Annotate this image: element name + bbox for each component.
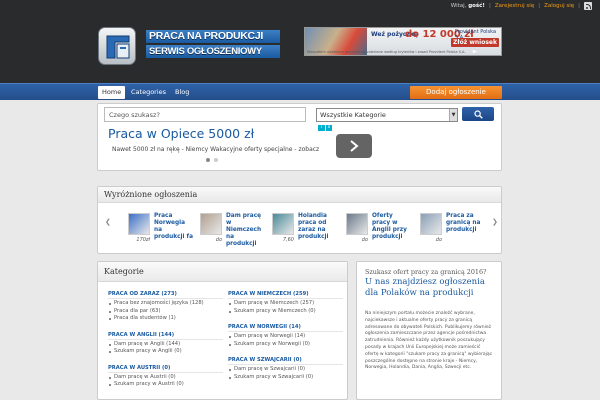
category-head[interactable]: PRACA W ANGLII (144) [108,331,223,340]
featured-item[interactable]: 7,60 Holandia praca od zaraz na produkcj… [272,213,340,247]
category-head[interactable]: PRACA OD ZARAZ (273) [108,290,223,299]
featured-price: do [435,237,442,243]
search-button[interactable] [462,107,494,121]
chevron-down-icon: ▼ [449,109,457,121]
search-input[interactable] [104,107,306,122]
info-question: Szukasz ofert pracy za granicą 2016? [365,268,487,276]
logo-icon[interactable] [98,27,136,65]
featured-item-title[interactable]: Dam pracę w Niemczech na produkcji [226,213,266,248]
featured-thumbnail[interactable] [128,213,150,235]
category-head[interactable]: PRACA W AUSTRII (0) [108,364,223,373]
site-header: Witaj, gość! | Zarejestruj się | Zaloguj… [0,0,600,83]
user-topbar: Witaj, gość! | Zarejestruj się | Zaloguj… [451,1,592,11]
featured-item[interactable]: do Dam pracę w Niemczech na produkcji [200,213,268,247]
topbar-separator: | [538,3,541,9]
category-group: PRACA W SZWAJCARII (0) Dam pracę w Szwaj… [228,356,343,381]
featured-price: do [215,237,222,243]
featured-thumbnail[interactable] [200,213,222,235]
featured-thumbnail[interactable] [272,213,294,235]
ad-carousel-dot-active[interactable] [206,158,210,162]
info-panel: Szukasz ofert pracy za granicą 2016? U n… [356,261,502,400]
featured-item-title[interactable]: Oferty pracy w Anglii przy produkcji [372,213,412,241]
category-sub[interactable]: Dam pracę w Niemczech (257) [228,300,343,308]
nav-home[interactable]: Home [98,86,126,99]
loan-banner-ad[interactable]: Weź pożyczkę do 12 000 zł Provident Pols… [304,27,502,56]
ad-next-button[interactable] [336,134,372,158]
featured-item-title[interactable]: Praca za granicą na produkcji [446,213,486,234]
register-link[interactable]: Zarejestruj się [495,3,534,9]
ad-carousel-dot[interactable] [214,158,218,162]
ad-close-icon[interactable]: x [326,125,332,131]
chevron-right-icon [350,140,359,152]
add-listing-button[interactable]: Dodaj ogłoszenie [410,86,502,99]
category-head[interactable]: PRACA W SZWAJCARII (0) [228,356,343,365]
category-sub[interactable]: Szukam pracy w Niemczech (0) [228,308,343,316]
featured-item-title[interactable]: Praca Norwegia na produkcji fa [154,213,194,241]
slider-prev-icon[interactable]: ❮ [105,218,111,226]
featured-item[interactable]: do Praca za granicą na produkcji [420,213,488,247]
greeting-text: Witaj, gość! [450,3,485,9]
info-heading: U nas znajdziesz ogłoszenia dla Polaków … [365,277,485,298]
category-sub[interactable]: Szukam pracy w Anglii (0) [108,348,223,356]
featured-price: 7,60 [282,237,294,243]
site-logo[interactable]: PRACA NA PRODUKCJI SERWIS OGŁOSZENIOWY [146,30,280,62]
logo-title: PRACA NA PRODUKCJI [146,30,280,43]
category-sub[interactable]: Szukam pracy w Szwajcarii (0) [228,374,343,382]
category-head[interactable]: PRACA W NORWEGII (14) [228,323,343,332]
category-group: PRACA OD ZARAZ (273) Praca bez znajomośc… [108,290,223,323]
category-group: PRACA W ANGLII (144) Dam pracę w Anglii … [108,331,223,356]
ad-subtitle[interactable]: Nawet 5000 zł na rękę - Niemcy Wakacyjne… [112,146,319,153]
ad-title[interactable]: Praca w Opiece 5000 zł [108,126,254,141]
login-link[interactable]: Zaloguj się [544,3,574,9]
category-sub[interactable]: Praca dla studentów (1) [108,315,223,323]
featured-title: Wyróżnione ogłoszenia [98,187,501,203]
nav-blog[interactable]: Blog [171,86,193,99]
category-sub[interactable]: Szukam pracy w Austrii (0) [108,381,223,389]
featured-item[interactable]: do Oferty pracy w Anglii przy produkcji [346,213,414,247]
banner-footnote: Wszystkim udzielone pożyczki są udzielan… [307,50,466,54]
category-group: PRACA W AUSTRII (0) Dam pracę w Austrii … [108,364,223,389]
category-sub[interactable]: Praca dla par (63) [108,308,223,316]
main-nav: Home Categories Blog Dodaj ogłoszenie [0,83,600,100]
topbar-separator: | [578,3,580,9]
category-sub[interactable]: Dam pracę w Norwegii (14) [228,333,343,341]
category-sub[interactable]: Szukam pracy w Norwegii (0) [228,341,343,349]
featured-thumbnail[interactable] [346,213,368,235]
search-icon [474,110,483,119]
rss-icon[interactable] [584,2,592,10]
category-select-value: Wszystkie Kategorie [320,111,386,119]
topbar-separator: | [488,3,491,9]
categories-title: Kategorie [98,262,347,282]
slider-next-icon[interactable]: ❯ [492,218,498,226]
category-sub[interactable]: Dam pracę w Szwajcarii (0) [228,366,343,374]
category-sub[interactable]: Dam pracę w Anglii (144) [108,341,223,349]
info-paragraph: Na niniejszym portalu możecie znaleźć wy… [365,311,493,371]
category-group: PRACA W NIEMCZECH (259) Dam pracę w Niem… [228,290,343,315]
category-select[interactable]: Wszystkie Kategorie ▼ [316,108,458,122]
featured-price: 170zł [136,237,150,243]
category-sub[interactable]: Dam pracę w Austrii (0) [108,374,223,382]
featured-item[interactable]: 170zł Praca Norwegia na produkcji fa [128,213,196,247]
banner-cta-button[interactable]: Złóż wniosek ► [451,38,499,55]
categories-column-right: PRACA W NIEMCZECH (259) Dam pracę w Niem… [228,290,343,389]
featured-price: do [361,237,368,243]
logo-subtitle: SERWIS OGŁOSZENIOWY [146,45,280,58]
nav-categories[interactable]: Categories [127,86,170,99]
categories-column-left: PRACA OD ZARAZ (273) Praca bez znajomośc… [108,290,223,397]
featured-thumbnail[interactable] [420,213,442,235]
category-sub[interactable]: Praca bez znajomości języka (128) [108,300,223,308]
category-group: PRACA W NORWEGII (14) Dam pracę w Norweg… [228,323,343,348]
category-head[interactable]: PRACA W NIEMCZECH (259) [228,290,343,299]
ad-info-icon[interactable]: i [318,125,325,131]
featured-item-title[interactable]: Holandia praca od zaraz na produkcji [298,213,338,241]
